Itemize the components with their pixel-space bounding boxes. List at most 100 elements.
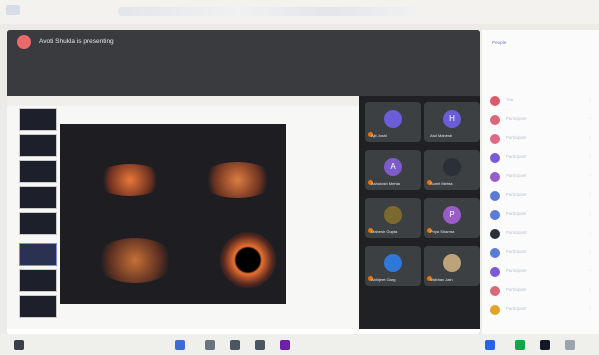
participant-avatar (443, 254, 461, 272)
person-name: Participant (506, 192, 527, 197)
person-name: Participant (506, 230, 527, 235)
participant-tile[interactable]: Vaibhav Jain (424, 246, 480, 286)
taskbar-app-icon[interactable] (540, 340, 550, 350)
main-slide[interactable] (60, 124, 286, 304)
person-avatar (490, 115, 500, 125)
slide-thumbnail[interactable] (19, 269, 57, 292)
person-avatar (490, 267, 500, 277)
glow-shape (200, 162, 275, 198)
person-name: Participant (506, 306, 527, 311)
taskbar-app-icon[interactable] (205, 340, 215, 350)
ppt-side-panel (289, 102, 359, 302)
taskbar-app-icon[interactable] (485, 340, 495, 350)
more-icon[interactable]: ⋮ (588, 135, 592, 140)
more-icon[interactable]: ⋮ (588, 249, 592, 254)
participant-grid: Ajit Joshi H Atul Mahesh A Ashutosh Mehta Sum… (359, 96, 480, 335)
taskbar-app-icon[interactable] (515, 340, 525, 350)
presenting-banner: Avoti Shukla is presenting (7, 30, 480, 96)
slide-thumbnail-selected[interactable] (19, 243, 57, 266)
slide-thumbnail[interactable] (19, 134, 57, 157)
person-name: Participant (506, 287, 527, 292)
person-name: Participant (506, 249, 527, 254)
people-list-item[interactable]: Participant ⋮ (490, 170, 592, 184)
participant-avatar (384, 254, 402, 272)
people-list-item[interactable]: Participant ⋮ (490, 208, 592, 222)
person-name: Participant (506, 116, 527, 121)
participant-tile[interactable]: Ajit Joshi (365, 102, 421, 142)
people-list-item[interactable]: Participant ⋮ (490, 246, 592, 260)
participant-avatar: P (443, 206, 461, 224)
browser-toolbar (0, 0, 599, 24)
more-icon[interactable]: ⋮ (588, 306, 592, 311)
taskbar-app-icon[interactable] (255, 340, 265, 350)
people-list-item[interactable]: You ⋮ (490, 94, 592, 108)
people-list-item[interactable]: Participant ⋮ (490, 265, 592, 279)
participant-name: Abhijeet Garg (371, 277, 396, 282)
participant-name: Atul Mahesh (430, 133, 453, 138)
taskbar-app-icon[interactable] (565, 340, 575, 350)
person-avatar (490, 305, 500, 315)
person-name: Participant (506, 154, 527, 159)
taskbar-app-icon[interactable] (280, 340, 290, 350)
slide-thumbnail[interactable] (19, 212, 57, 235)
person-avatar (490, 229, 500, 239)
participant-tile[interactable]: P Priya Sharma (424, 198, 480, 238)
person-name: You (506, 97, 514, 102)
person-avatar (490, 96, 500, 106)
people-list-item[interactable]: Participant ⋮ (490, 303, 592, 317)
address-bar[interactable] (118, 7, 418, 16)
participant-name: Ajit Joshi (371, 133, 388, 138)
person-name: Participant (506, 135, 527, 140)
participant-tile[interactable]: Sumit Mehta (424, 150, 480, 190)
participant-avatar (384, 110, 402, 128)
person-avatar (490, 134, 500, 144)
people-panel: People You ⋮ Participant ⋮ Participant ⋮ Parti… (482, 30, 599, 335)
participant-tile[interactable]: Mahesh Gupta (365, 198, 421, 238)
more-icon[interactable]: ⋮ (588, 287, 592, 292)
slide-thumbnail[interactable] (19, 186, 57, 209)
person-avatar (490, 286, 500, 296)
slide-thumbnail[interactable] (19, 295, 57, 318)
participant-tile[interactable]: A Ashutosh Mehta (365, 150, 421, 190)
more-icon[interactable]: ⋮ (588, 211, 592, 216)
presenting-text: Avoti Shukla is presenting (39, 38, 114, 45)
person-avatar (490, 191, 500, 201)
people-list-item[interactable]: Participant ⋮ (490, 284, 592, 298)
more-icon[interactable]: ⋮ (588, 154, 592, 159)
people-list-item[interactable]: Participant ⋮ (490, 113, 592, 127)
more-icon[interactable]: ⋮ (588, 192, 592, 197)
slide-thumbnail[interactable] (19, 108, 57, 131)
more-icon[interactable]: ⋮ (588, 97, 592, 102)
participant-name: Sumit Mehta (430, 181, 453, 186)
more-icon[interactable]: ⋮ (588, 116, 592, 121)
more-icon[interactable]: ⋮ (588, 268, 592, 273)
more-icon[interactable]: ⋮ (588, 230, 592, 235)
taskbar-app-icon[interactable] (175, 340, 185, 350)
participant-tile[interactable]: Abhijeet Garg (365, 246, 421, 286)
people-panel-title: People (492, 40, 507, 45)
participant-tile[interactable]: H Atul Mahesh (424, 102, 480, 142)
glow-shape (220, 232, 276, 288)
browser-tab[interactable] (6, 5, 20, 15)
people-list-item[interactable]: Participant ⋮ (490, 132, 592, 146)
participant-name: Ashutosh Mehta (371, 181, 400, 186)
more-icon[interactable]: ⋮ (588, 173, 592, 178)
taskbar-app-icon[interactable] (14, 340, 24, 350)
participant-avatar (384, 206, 402, 224)
taskbar-app-icon[interactable] (230, 340, 240, 350)
person-avatar (490, 172, 500, 182)
person-avatar (490, 210, 500, 220)
slide-thumbnail[interactable] (19, 160, 57, 183)
screen: { "window": { "tab_label": "", "url_labe… (0, 0, 599, 355)
people-list-item[interactable]: Participant ⋮ (490, 189, 592, 203)
glow-shape (95, 164, 165, 196)
person-avatar (490, 248, 500, 258)
person-name: Participant (506, 173, 527, 178)
people-list-item[interactable]: Participant ⋮ (490, 227, 592, 241)
people-list-item[interactable]: Participant ⋮ (490, 151, 592, 165)
participant-avatar: A (384, 158, 402, 176)
person-name: Participant (506, 211, 527, 216)
person-name: Participant (506, 268, 527, 273)
participant-name: Priya Sharma (430, 229, 455, 234)
taskbar (0, 334, 599, 355)
